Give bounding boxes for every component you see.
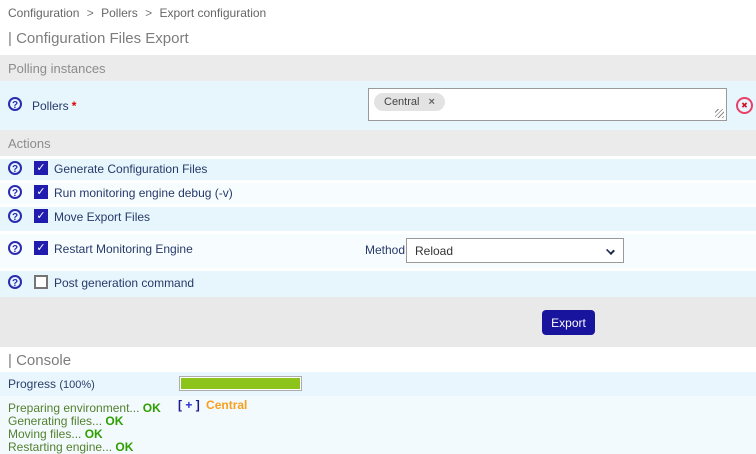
breadcrumb-separator: >	[145, 6, 152, 20]
checkbox-move-export-files[interactable]: ✓	[34, 209, 48, 223]
clear-pollers-icon[interactable]: ✖	[736, 97, 753, 114]
section-header-actions: Actions	[0, 130, 756, 156]
export-button[interactable]: Export	[542, 310, 595, 335]
tag-remove-icon[interactable]: ×	[428, 96, 434, 108]
checkbox-generate-configuration-files[interactable]: ✓	[34, 161, 48, 175]
progress-label-text: Progress	[8, 377, 56, 391]
log-line-text: Preparing environment...	[8, 401, 139, 415]
pollers-label-text: Pollers	[32, 99, 69, 113]
action-label: Move Export Files	[54, 210, 150, 224]
chevron-down-icon	[606, 246, 615, 255]
checkbox-run-monitoring-engine-debug[interactable]: ✓	[34, 185, 48, 199]
export-band: Export	[0, 297, 756, 347]
help-icon[interactable]: ?	[8, 275, 22, 289]
help-icon[interactable]: ?	[8, 97, 22, 111]
resize-handle[interactable]	[715, 109, 724, 118]
log-line-text: Generating files...	[8, 414, 102, 428]
action-row-generate: ? ✓ Generate Configuration Files	[0, 159, 756, 180]
section-header-polling-instances: Polling instances	[0, 55, 756, 81]
bracket-close: ]	[196, 398, 200, 412]
poller-tag: Central ×	[374, 93, 445, 111]
breadcrumb: Configuration > Pollers > Export configu…	[0, 0, 756, 22]
log-line-status: OK	[105, 414, 123, 428]
page-title: | Configuration Files Export	[0, 22, 756, 55]
checkbox-restart-monitoring-engine[interactable]: ✓	[34, 241, 48, 255]
console-log-lines: Preparing environment... OK Generating f…	[8, 402, 161, 454]
progress-percent: (100%)	[59, 379, 94, 391]
checkbox-post-generation-command[interactable]	[34, 275, 48, 289]
action-row-move-export: ? ✓ Move Export Files	[0, 207, 756, 231]
expand-toggle-icon[interactable]: +	[185, 398, 192, 412]
action-label: Run monitoring engine debug (-v)	[54, 186, 233, 200]
progress-bar-fill	[181, 378, 300, 389]
breadcrumb-link-pollers[interactable]: Pollers	[101, 6, 138, 20]
breadcrumb-link-configuration[interactable]: Configuration	[8, 6, 79, 20]
poller-tag-label: Central	[384, 96, 419, 108]
help-icon[interactable]: ?	[8, 161, 22, 175]
console-title: | Console	[0, 347, 756, 372]
method-selected-value: Reload	[415, 244, 453, 258]
help-icon[interactable]: ?	[8, 209, 22, 223]
log-line-status: OK	[115, 440, 133, 454]
action-row-post-generation: ? Post generation command	[0, 271, 756, 297]
log-line-text: Moving files...	[8, 427, 81, 441]
action-label: Post generation command	[54, 276, 194, 290]
help-icon[interactable]: ?	[8, 185, 22, 199]
action-row-debug: ? ✓ Run monitoring engine debug (-v)	[0, 183, 756, 204]
progress-row: Progress (100%)	[0, 372, 756, 396]
bracket-open: [	[178, 398, 182, 412]
required-asterisk: *	[72, 99, 77, 113]
pollers-label: Pollers*	[32, 99, 76, 113]
pollers-input[interactable]: Central ×	[368, 88, 727, 121]
action-label: Generate Configuration Files	[54, 162, 207, 176]
action-row-restart-engine: ? ✓ Restart Monitoring Engine Method Rel…	[0, 234, 756, 268]
help-icon[interactable]: ?	[8, 241, 22, 255]
action-label: Restart Monitoring Engine	[54, 242, 193, 256]
pollers-row: ? Pollers* Central × ✖	[0, 81, 756, 130]
progress-bar	[179, 376, 302, 391]
poller-result: [ + ] Central	[178, 398, 247, 412]
console-log-area: Preparing environment... OK Generating f…	[0, 396, 756, 454]
method-label: Method	[365, 243, 405, 257]
log-line-status: OK	[85, 427, 103, 441]
breadcrumb-current-page: Export configuration	[159, 6, 266, 20]
log-line-status: OK	[143, 401, 161, 415]
poller-result-name: Central	[206, 398, 247, 412]
log-line: Restarting engine... OK	[8, 441, 161, 454]
breadcrumb-separator: >	[87, 6, 94, 20]
log-line-text: Restarting engine...	[8, 440, 112, 454]
progress-label: Progress (100%)	[8, 377, 95, 391]
method-select[interactable]: Reload	[406, 238, 624, 263]
